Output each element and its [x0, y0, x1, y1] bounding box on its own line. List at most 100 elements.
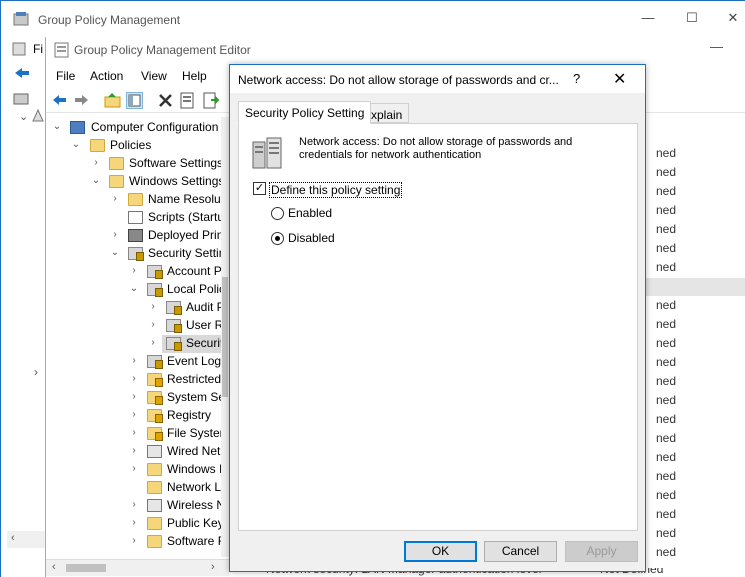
- chevron-down-icon[interactable]: ⌄: [110, 247, 120, 258]
- tree-item-label: Windows Settings: [129, 174, 225, 188]
- gpm-tree-expander[interactable]: ⌄: [19, 110, 28, 123]
- dialog-close-icon[interactable]: ✕: [613, 69, 626, 89]
- ok-button[interactable]: OK: [404, 541, 477, 562]
- up-folder-icon[interactable]: [104, 92, 121, 109]
- policy-setting-value: ned: [656, 222, 677, 236]
- chevron-right-icon[interactable]: ›: [129, 373, 139, 384]
- show-hide-tree-icon[interactable]: [126, 92, 143, 109]
- define-policy-label[interactable]: Define this policy setting: [269, 182, 403, 198]
- chevron-right-icon[interactable]: ›: [148, 319, 158, 330]
- apply-button[interactable]: Apply: [565, 541, 638, 562]
- policy-setting-value: ned: [656, 488, 677, 502]
- policy-setting-value: ned: [656, 317, 677, 331]
- gpm-app-icon: [13, 11, 29, 27]
- policy-setting-value: ned: [656, 203, 677, 217]
- maximize-icon[interactable]: ☐: [685, 11, 699, 25]
- gpm-left-pane: Fi ⌄ › ‹: [1, 37, 47, 577]
- editor-window-title: Group Policy Management Editor: [74, 43, 251, 57]
- folder-icon: [90, 139, 105, 152]
- scroll-left-icon[interactable]: ‹: [52, 561, 56, 573]
- chevron-right-icon[interactable]: ›: [129, 535, 139, 546]
- enabled-radio[interactable]: [271, 207, 284, 220]
- gpm-hscroll[interactable]: ‹: [7, 531, 47, 548]
- chevron-right-icon[interactable]: ›: [129, 463, 139, 474]
- folder-lock-icon: [147, 409, 163, 423]
- chevron-right-icon[interactable]: ›: [110, 229, 120, 240]
- help-icon[interactable]: ?: [573, 71, 580, 86]
- warning-icon: [32, 108, 44, 123]
- policy-setting-value: ned: [656, 374, 677, 388]
- chevron-right-icon[interactable]: ›: [91, 157, 101, 168]
- chevron-right-icon[interactable]: ›: [110, 193, 120, 204]
- back-icon[interactable]: [51, 92, 68, 109]
- menu-view[interactable]: View: [141, 69, 167, 83]
- chevron-right-icon[interactable]: ›: [129, 427, 139, 438]
- menu-help[interactable]: Help: [182, 69, 207, 83]
- network-icon: [147, 445, 162, 458]
- define-policy-checkbox[interactable]: ✓: [253, 182, 266, 195]
- tree-item-security-options[interactable]: Securit: [162, 335, 226, 353]
- minimize-icon[interactable]: —: [641, 11, 655, 25]
- chevron-right-icon[interactable]: ›: [129, 409, 139, 420]
- tree-vertical-scrollbar[interactable]: [221, 117, 229, 557]
- menu-file[interactable]: File: [56, 69, 75, 83]
- tab-security-policy-setting[interactable]: Security Policy Setting: [238, 101, 372, 124]
- policy-setting-value: ned: [656, 146, 677, 160]
- policy-setting-value: ned: [656, 526, 677, 540]
- forward-icon[interactable]: [73, 92, 90, 109]
- disabled-radio[interactable]: [271, 232, 284, 245]
- policy-setting-value: ned: [656, 184, 677, 198]
- chevron-down-icon[interactable]: ⌄: [52, 121, 62, 132]
- chevron-down-icon[interactable]: ⌄: [71, 139, 81, 150]
- tree-item-label: Event Log: [167, 354, 222, 368]
- chevron-right-icon[interactable]: ›: [129, 517, 139, 528]
- disabled-radio-label[interactable]: Disabled: [288, 231, 335, 245]
- chevron-right-icon[interactable]: ›: [129, 499, 139, 510]
- enabled-radio-label[interactable]: Enabled: [288, 206, 332, 220]
- editor-minimize-icon[interactable]: —: [710, 39, 723, 54]
- scroll-thumb[interactable]: [66, 564, 106, 572]
- tree-item-label: Wired Net: [167, 444, 221, 458]
- scroll-right-icon[interactable]: ›: [211, 561, 215, 573]
- policy-setting-value: ned: [656, 412, 677, 426]
- folder-icon: [147, 517, 162, 530]
- scroll-thumb[interactable]: [222, 277, 228, 397]
- security-settings-icon: [147, 283, 163, 297]
- tree-item-label: Local Polic: [167, 282, 226, 296]
- security-settings-icon: [147, 355, 163, 369]
- scroll-left-icon[interactable]: ‹: [11, 532, 15, 544]
- delete-icon[interactable]: [157, 92, 174, 109]
- folder-icon: [147, 535, 162, 548]
- chevron-right-icon[interactable]: ›: [129, 445, 139, 456]
- chevron-right-icon[interactable]: ›: [148, 301, 158, 312]
- chevron-down-icon[interactable]: ⌄: [91, 175, 101, 186]
- chevron-right-icon[interactable]: ›: [129, 355, 139, 366]
- chevron-right-icon[interactable]: ›: [129, 265, 139, 276]
- back-arrow-icon[interactable]: [13, 66, 31, 80]
- radio-selected-dot: [275, 236, 280, 241]
- gpm-menu-fragment[interactable]: Fi: [33, 42, 43, 56]
- policy-setting-value: ned: [656, 431, 677, 445]
- tree-item-label: Policies: [110, 138, 152, 152]
- folder-icon: [109, 175, 124, 188]
- cancel-button[interactable]: Cancel: [484, 541, 557, 562]
- policy-setting-value: ned: [656, 355, 677, 369]
- security-settings-icon: [166, 301, 182, 315]
- properties-icon[interactable]: [179, 92, 196, 109]
- tree-item-label: Software R: [167, 534, 227, 548]
- policy-setting-value: ned: [656, 298, 677, 312]
- security-settings-icon: [166, 319, 182, 333]
- chevron-right-icon[interactable]: ›: [129, 391, 139, 402]
- chevron-down-icon[interactable]: ⌄: [129, 283, 139, 294]
- gpm-window-title: Group Policy Management: [38, 13, 181, 27]
- tree-item-label: Public Key: [167, 516, 224, 530]
- chevron-right-icon[interactable]: ›: [148, 337, 158, 348]
- tree-item-label: Deployed Prin: [148, 228, 224, 242]
- menu-action[interactable]: Action: [90, 69, 123, 83]
- gpm-collapse-chevron-icon[interactable]: ›: [34, 365, 38, 379]
- tree-horizontal-scrollbar[interactable]: ‹ ›: [46, 559, 229, 576]
- export-list-icon[interactable]: [202, 92, 220, 109]
- security-settings-icon: [147, 265, 163, 279]
- policy-setting-value: ned: [656, 469, 677, 483]
- close-icon[interactable]: ✕: [726, 11, 740, 25]
